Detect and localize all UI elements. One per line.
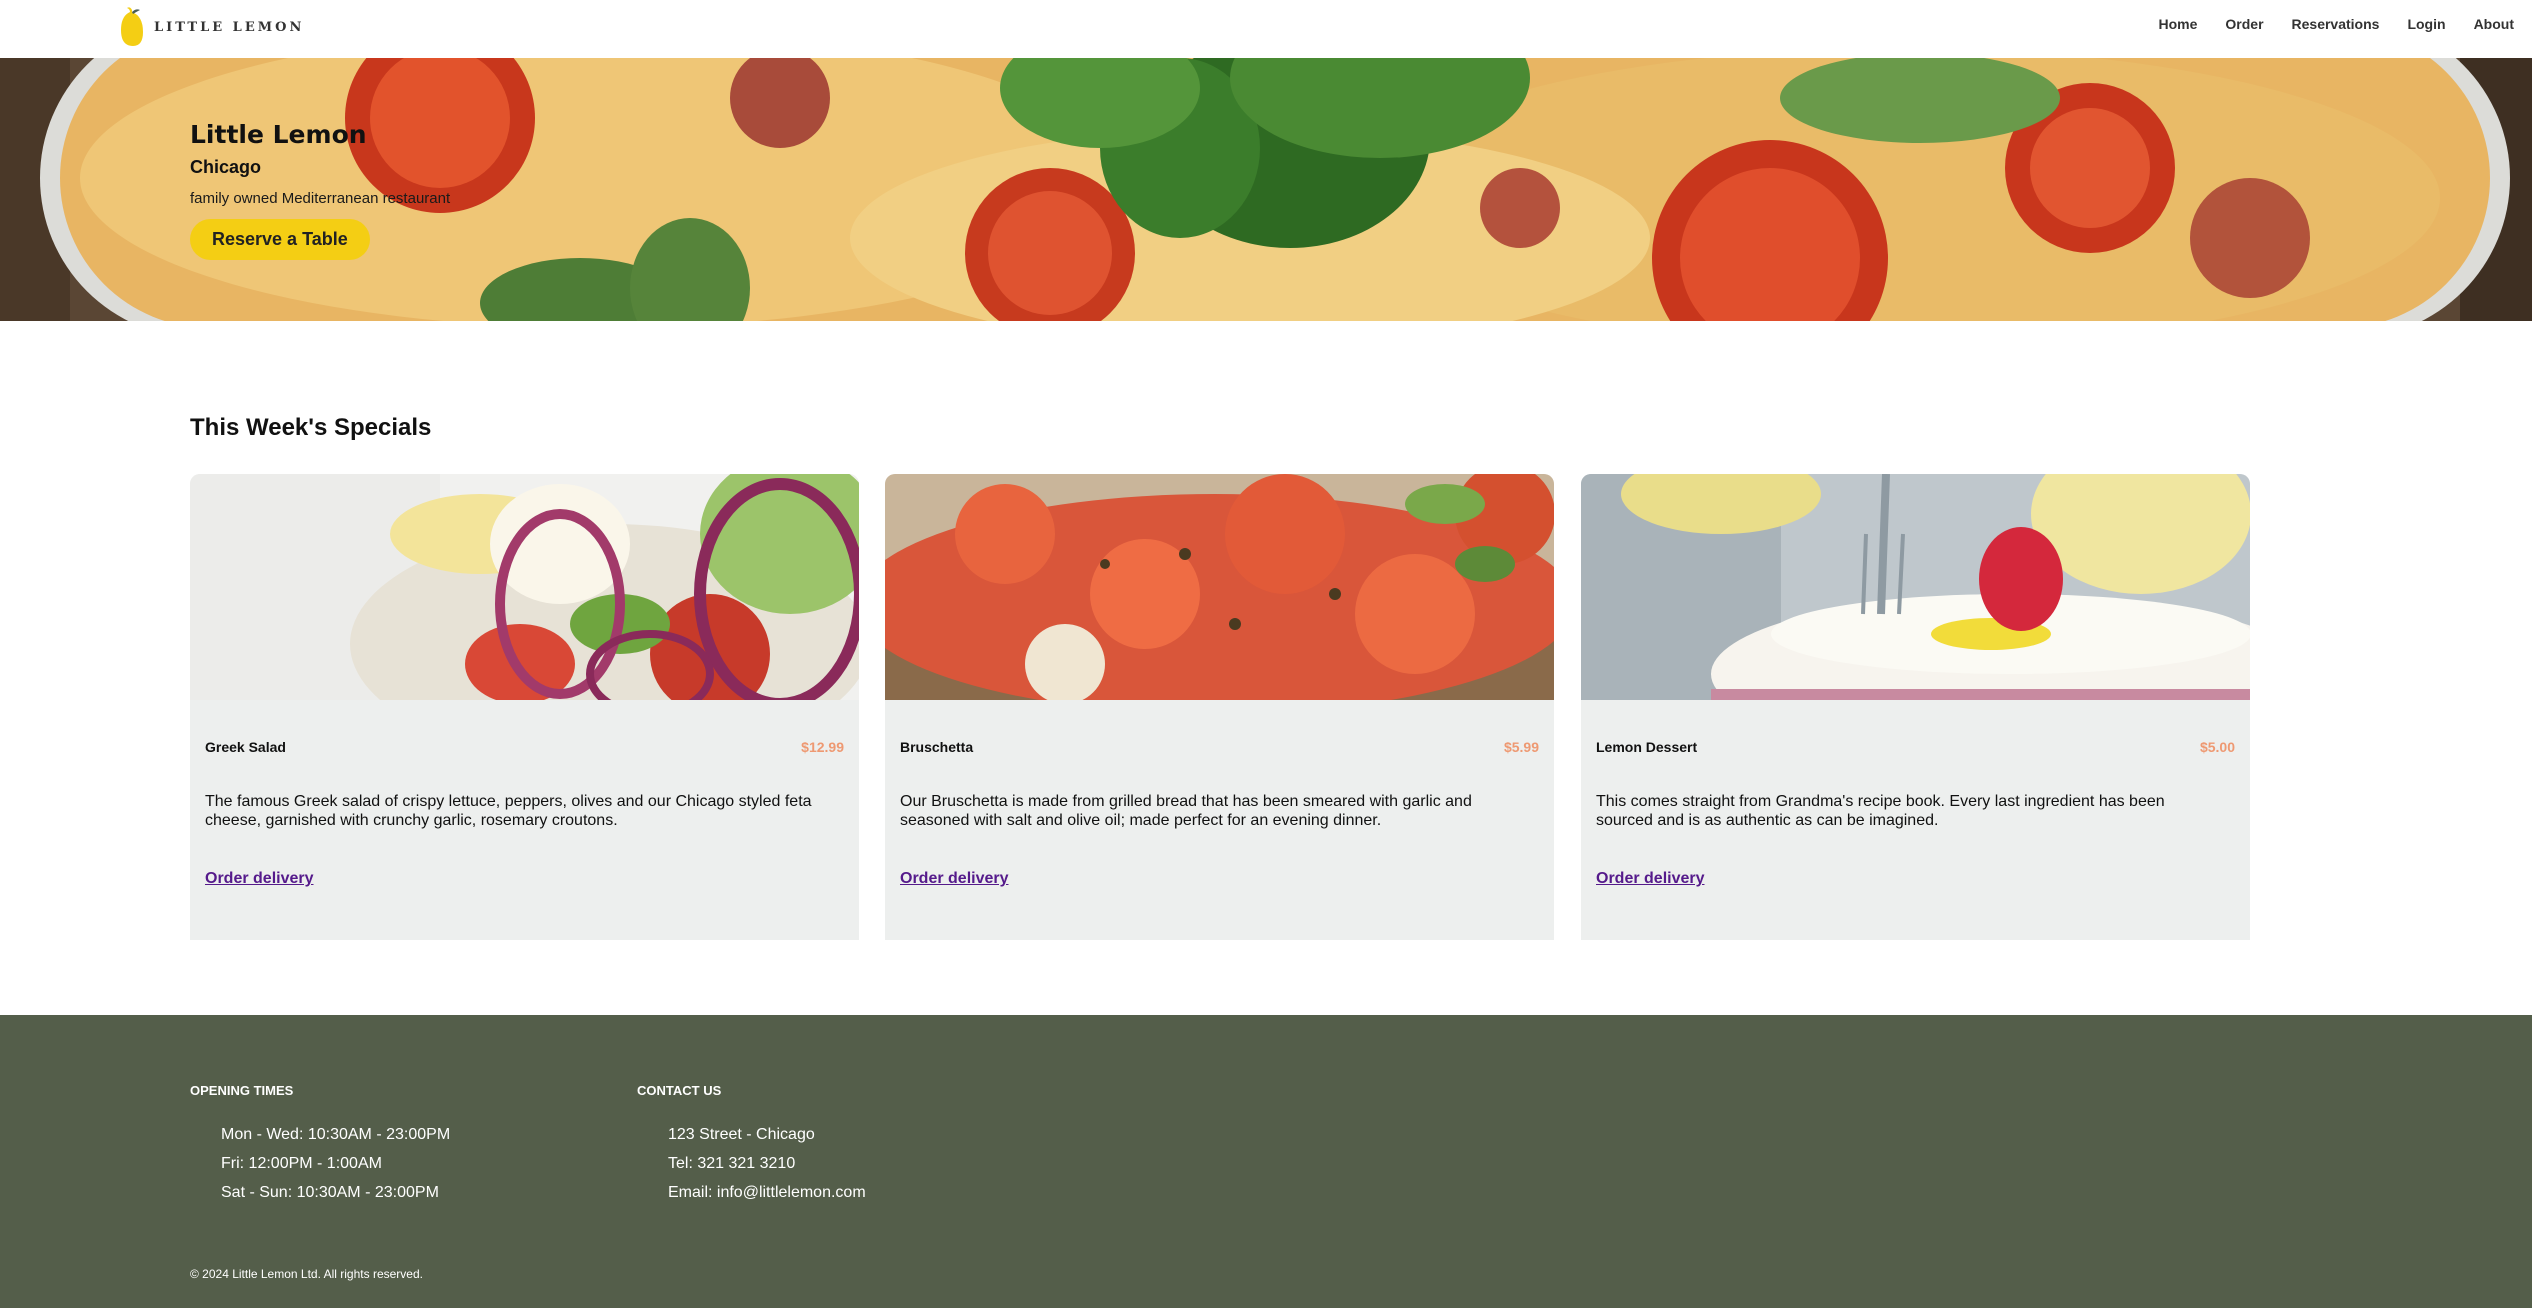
order-delivery-link[interactable]: Order delivery [205, 870, 314, 888]
nav-about-link[interactable]: About [2474, 16, 2514, 32]
specials-title: This Week's Specials [190, 414, 432, 441]
card-title: Lemon Dessert [1596, 739, 1698, 755]
opening-times-item: Sat - Sun: 10:30AM - 23:00PM [221, 1184, 439, 1201]
bruschetta-image [885, 474, 1554, 700]
hero-text: Little Lemon Chicago family owned Medite… [190, 120, 450, 260]
card-price: $12.99 [801, 739, 844, 755]
contact-phone: Tel: 321 321 3210 [668, 1155, 796, 1172]
order-delivery-link[interactable]: Order delivery [1596, 870, 1705, 888]
lemon-dessert-image [1581, 474, 2250, 700]
top-navbar: LITTLE LEMON Home Order Reservations Log… [0, 0, 2532, 58]
opening-times-item: Fri: 12:00PM - 1:00AM [221, 1155, 382, 1172]
special-card-lemon-dessert: Lemon Dessert $5.00 This comes straight … [1581, 474, 2250, 940]
copyright-text: © 2024 Little Lemon Ltd. All rights rese… [190, 1267, 423, 1281]
card-price: $5.99 [1503, 739, 1539, 755]
hero-description: family owned Mediterranean restaurant [190, 190, 451, 207]
opening-times-section: OPENING TIMES Mon - Wed: 10:30AM - 23:00… [190, 1083, 450, 1207]
special-card-bruschetta: Bruschetta $5.99 Our Bruschetta is made … [885, 474, 1554, 940]
card-price: $5.00 [2199, 739, 2235, 755]
nav-home-link[interactable]: Home [2158, 16, 2197, 32]
hero-subtitle: Chicago [190, 157, 262, 177]
contact-title: CONTACT US [637, 1083, 722, 1098]
specials-cards: Greek Salad $12.99 The famous Greek sala… [190, 474, 2250, 940]
reserve-table-button[interactable]: Reserve a Table [190, 219, 370, 260]
site-footer: OPENING TIMES Mon - Wed: 10:30AM - 23:00… [0, 1015, 2532, 1308]
order-delivery-link[interactable]: Order delivery [900, 870, 1009, 888]
logo[interactable]: LITTLE LEMON [118, 4, 304, 50]
card-title: Greek Salad [205, 739, 286, 755]
card-description: Our Bruschetta is made from grilled brea… [900, 793, 1472, 829]
card-header: Bruschetta $5.99 [900, 739, 1539, 755]
card-title: Bruschetta [900, 739, 974, 755]
opening-times-title: OPENING TIMES [190, 1083, 294, 1098]
nav-order-link[interactable]: Order [2225, 16, 2263, 32]
contact-section: CONTACT US 123 Street - Chicago Tel: 321… [637, 1083, 866, 1207]
special-card-greek-salad: Greek Salad $12.99 The famous Greek sala… [190, 474, 859, 940]
contact-address: 123 Street - Chicago [668, 1126, 815, 1143]
card-header: Greek Salad $12.99 [205, 739, 844, 755]
opening-times-list: Mon - Wed: 10:30AM - 23:00PM Fri: 12:00P… [190, 1120, 450, 1207]
lemon-logo-icon [121, 7, 143, 47]
hero-title: Little Lemon [190, 120, 367, 149]
card-description: This comes straight from Grandma's recip… [1596, 793, 2165, 829]
contact-list: 123 Street - Chicago Tel: 321 321 3210 E… [637, 1120, 866, 1207]
greek-salad-image [190, 474, 859, 700]
logo-text: LITTLE LEMON [154, 19, 305, 35]
contact-email: Email: info@littlelemon.com [668, 1184, 866, 1201]
nav-reservations-link[interactable]: Reservations [2292, 16, 2380, 32]
hero-banner: Little Lemon Chicago family owned Medite… [0, 58, 2532, 321]
card-header: Lemon Dessert $5.00 [1596, 739, 2235, 755]
opening-times-item: Mon - Wed: 10:30AM - 23:00PM [221, 1126, 451, 1143]
nav-links: Home Order Reservations Login About [2158, 16, 2514, 32]
nav-login-link[interactable]: Login [2407, 16, 2445, 32]
card-description: The famous Greek salad of crispy lettuce… [205, 793, 812, 829]
